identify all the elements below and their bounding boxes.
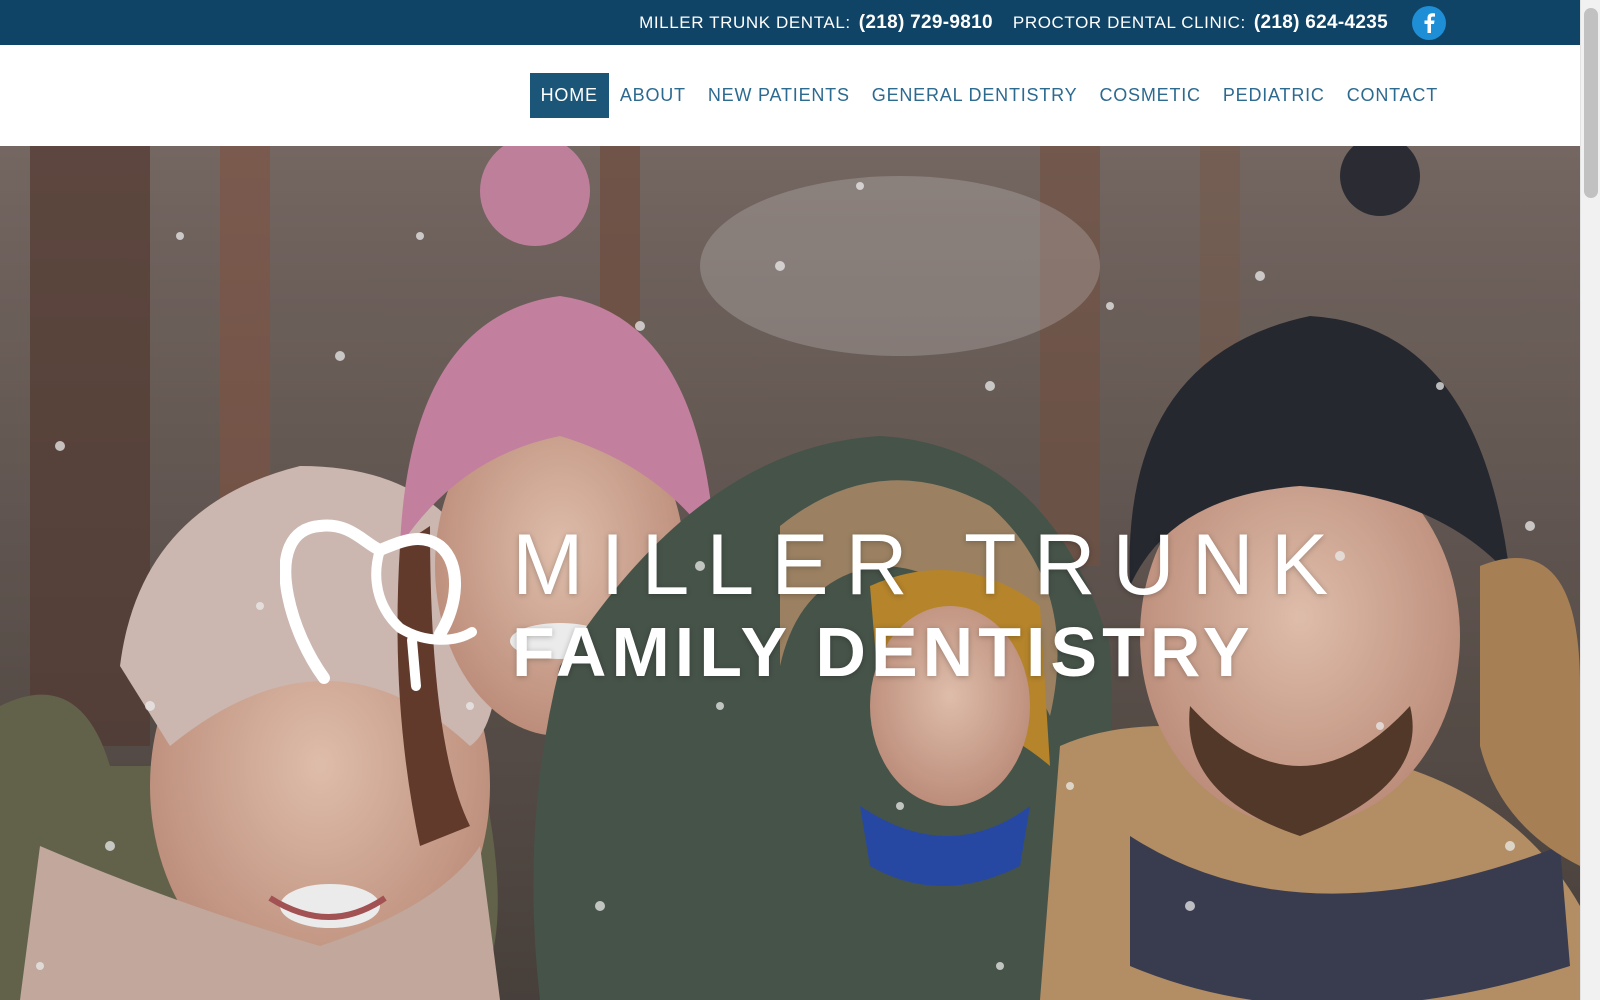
nav-about[interactable]: ABOUT — [609, 73, 697, 118]
phone-link[interactable]: (218) 729-9810 — [859, 12, 993, 34]
facebook-button[interactable] — [1412, 5, 1446, 40]
contact-label: PROCTOR DENTAL CLINIC: — [1012, 12, 1246, 32]
top-contact-bar: MILLER TRUNK DENTAL: (218) 729-9810 PROC… — [0, 0, 1580, 45]
brand-logo[interactable]: MILLER TRUNK FAMILY DENTISTRY — [280, 516, 1328, 706]
page-scrollbar[interactable] — [1580, 0, 1600, 1000]
nav-pediatric[interactable]: PEDIATRIC — [1212, 73, 1336, 118]
logo-subtitle: FAMILY DENTISTRY — [512, 613, 1255, 691]
nav-general-dentistry[interactable]: GENERAL DENTISTRY — [861, 73, 1089, 118]
hero-banner: MILLER TRUNK FAMILY DENTISTRY — [0, 146, 1580, 1000]
main-nav: HOME ABOUT NEW PATIENTS GENERAL DENTISTR… — [0, 45, 1580, 146]
facebook-icon — [1424, 12, 1435, 33]
contact-proctor[interactable]: PROCTOR DENTAL CLINIC: (218) 624-4235 — [1013, 12, 1388, 34]
nav-home[interactable]: HOME — [529, 73, 609, 118]
nav-cosmetic[interactable]: COSMETIC — [1088, 73, 1211, 118]
page: MILLER TRUNK DENTAL: (218) 729-9810 PROC… — [0, 0, 1600, 1000]
phone-link[interactable]: (218) 624-4235 — [1254, 12, 1388, 34]
nav-contact[interactable]: CONTACT — [1336, 73, 1449, 118]
logo-title: MILLER TRUNK — [512, 517, 1346, 613]
contact-miller-trunk[interactable]: MILLER TRUNK DENTAL: (218) 729-9810 — [639, 12, 993, 34]
scrollbar-thumb[interactable] — [1584, 8, 1598, 198]
tooth-icon — [280, 519, 477, 691]
nav-new-patients[interactable]: NEW PATIENTS — [697, 73, 861, 118]
contact-label: MILLER TRUNK DENTAL: — [639, 12, 851, 32]
